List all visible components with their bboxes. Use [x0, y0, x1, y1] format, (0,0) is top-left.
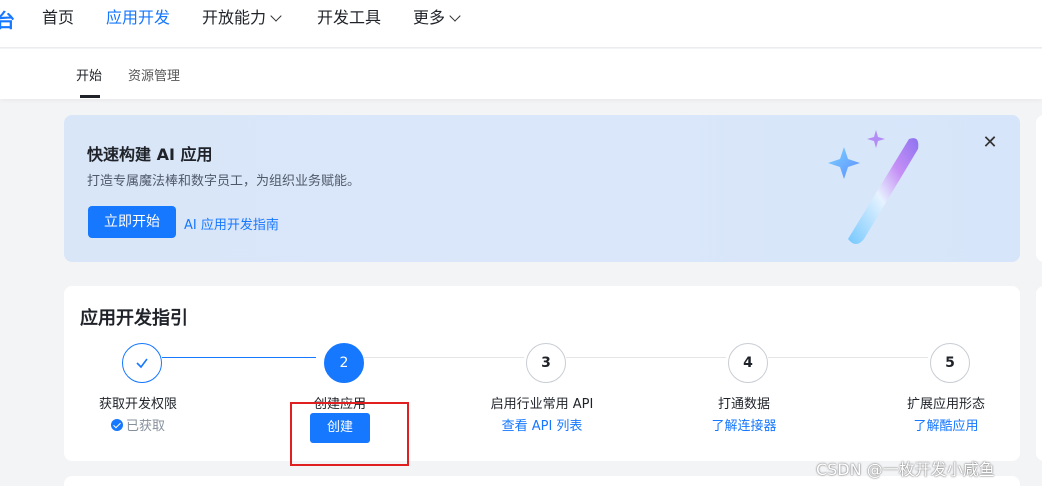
banner-title: 快速构建 AI 应用 [87, 145, 213, 164]
nav-item-open-capabilities[interactable]: 开放能力 [202, 0, 282, 36]
view-api-list-link[interactable]: 查看 API 列表 [462, 415, 622, 434]
step-1-status-text: 已获取 [125, 419, 165, 434]
tab-resource-management[interactable]: 资源管理 [128, 65, 180, 84]
tab-start[interactable]: 开始 [76, 65, 102, 84]
step-3-circle: 3 [526, 343, 566, 383]
close-icon[interactable]: ✕ [982, 133, 998, 153]
guide-title: 应用开发指引 [80, 308, 188, 329]
step-3-label: 启用行业常用 API [490, 397, 594, 412]
nav-item-label: 开发工具 [317, 8, 382, 27]
top-navigation-bar: 台 首页 应用开发 开放能力 开发工具 更多 [0, 0, 1042, 48]
app-dev-guide-card: 应用开发指引 获取开发权限 已获取 2 创建应用 创建 3 启用行业常用 API… [64, 286, 1020, 461]
start-now-button[interactable]: 立即开始 [88, 206, 176, 238]
step-4-label: 打通数据 [717, 397, 770, 412]
nav-item-label: 首页 [42, 8, 75, 27]
nav-item-label: 应用开发 [106, 8, 171, 27]
step-connector [768, 357, 928, 358]
side-card-edge [1036, 286, 1042, 461]
step-5-circle: 5 [930, 343, 970, 383]
step-5-label: 扩展应用形态 [906, 397, 985, 412]
ai-dev-guide-link[interactable]: AI 应用开发指南 [184, 214, 279, 233]
check-circle-icon [110, 419, 123, 431]
nav-item-app-development[interactable]: 应用开发 [106, 0, 170, 36]
active-tab-indicator [80, 95, 100, 98]
side-card-edge [1036, 115, 1042, 262]
step-connector [364, 357, 524, 358]
nav-item-more[interactable]: 更多 [413, 0, 461, 36]
magic-wand-icon [828, 130, 919, 244]
banner-description: 打造专属魔法棒和数字员工，为组织业务赋能。 [87, 174, 361, 189]
learn-connectors-link[interactable]: 了解连接器 [664, 415, 824, 434]
step-1-label: 获取开发权限 [98, 397, 177, 412]
step-connector [162, 357, 316, 358]
step-1-status: 已获取 [58, 415, 218, 434]
nav-item-dev-tools[interactable]: 开发工具 [317, 0, 381, 36]
logo-fragment[interactable]: 台 [0, 6, 15, 33]
check-icon [136, 358, 148, 369]
highlight-annotation-box [290, 402, 409, 466]
ai-app-banner: 快速构建 AI 应用 打造专属魔法棒和数字员工，为组织业务赋能。 立即开始 AI… [64, 115, 1020, 262]
step-1-circle [122, 343, 162, 383]
sub-navigation-bar: 开始 资源管理 [0, 49, 1042, 99]
nav-item-label: 更多 [413, 8, 446, 27]
step-connector [566, 357, 726, 358]
step-4-circle: 4 [728, 343, 768, 383]
chevron-down-icon [449, 10, 461, 22]
learn-cool-apps-link[interactable]: 了解酷应用 [866, 415, 1026, 434]
nav-item-label: 开放能力 [202, 8, 267, 27]
step-2-circle: 2 [324, 343, 364, 383]
nav-item-home[interactable]: 首页 [42, 0, 74, 36]
chevron-down-icon [270, 10, 282, 22]
watermark: CSDN @一枚开发小咸鱼 [816, 460, 995, 479]
